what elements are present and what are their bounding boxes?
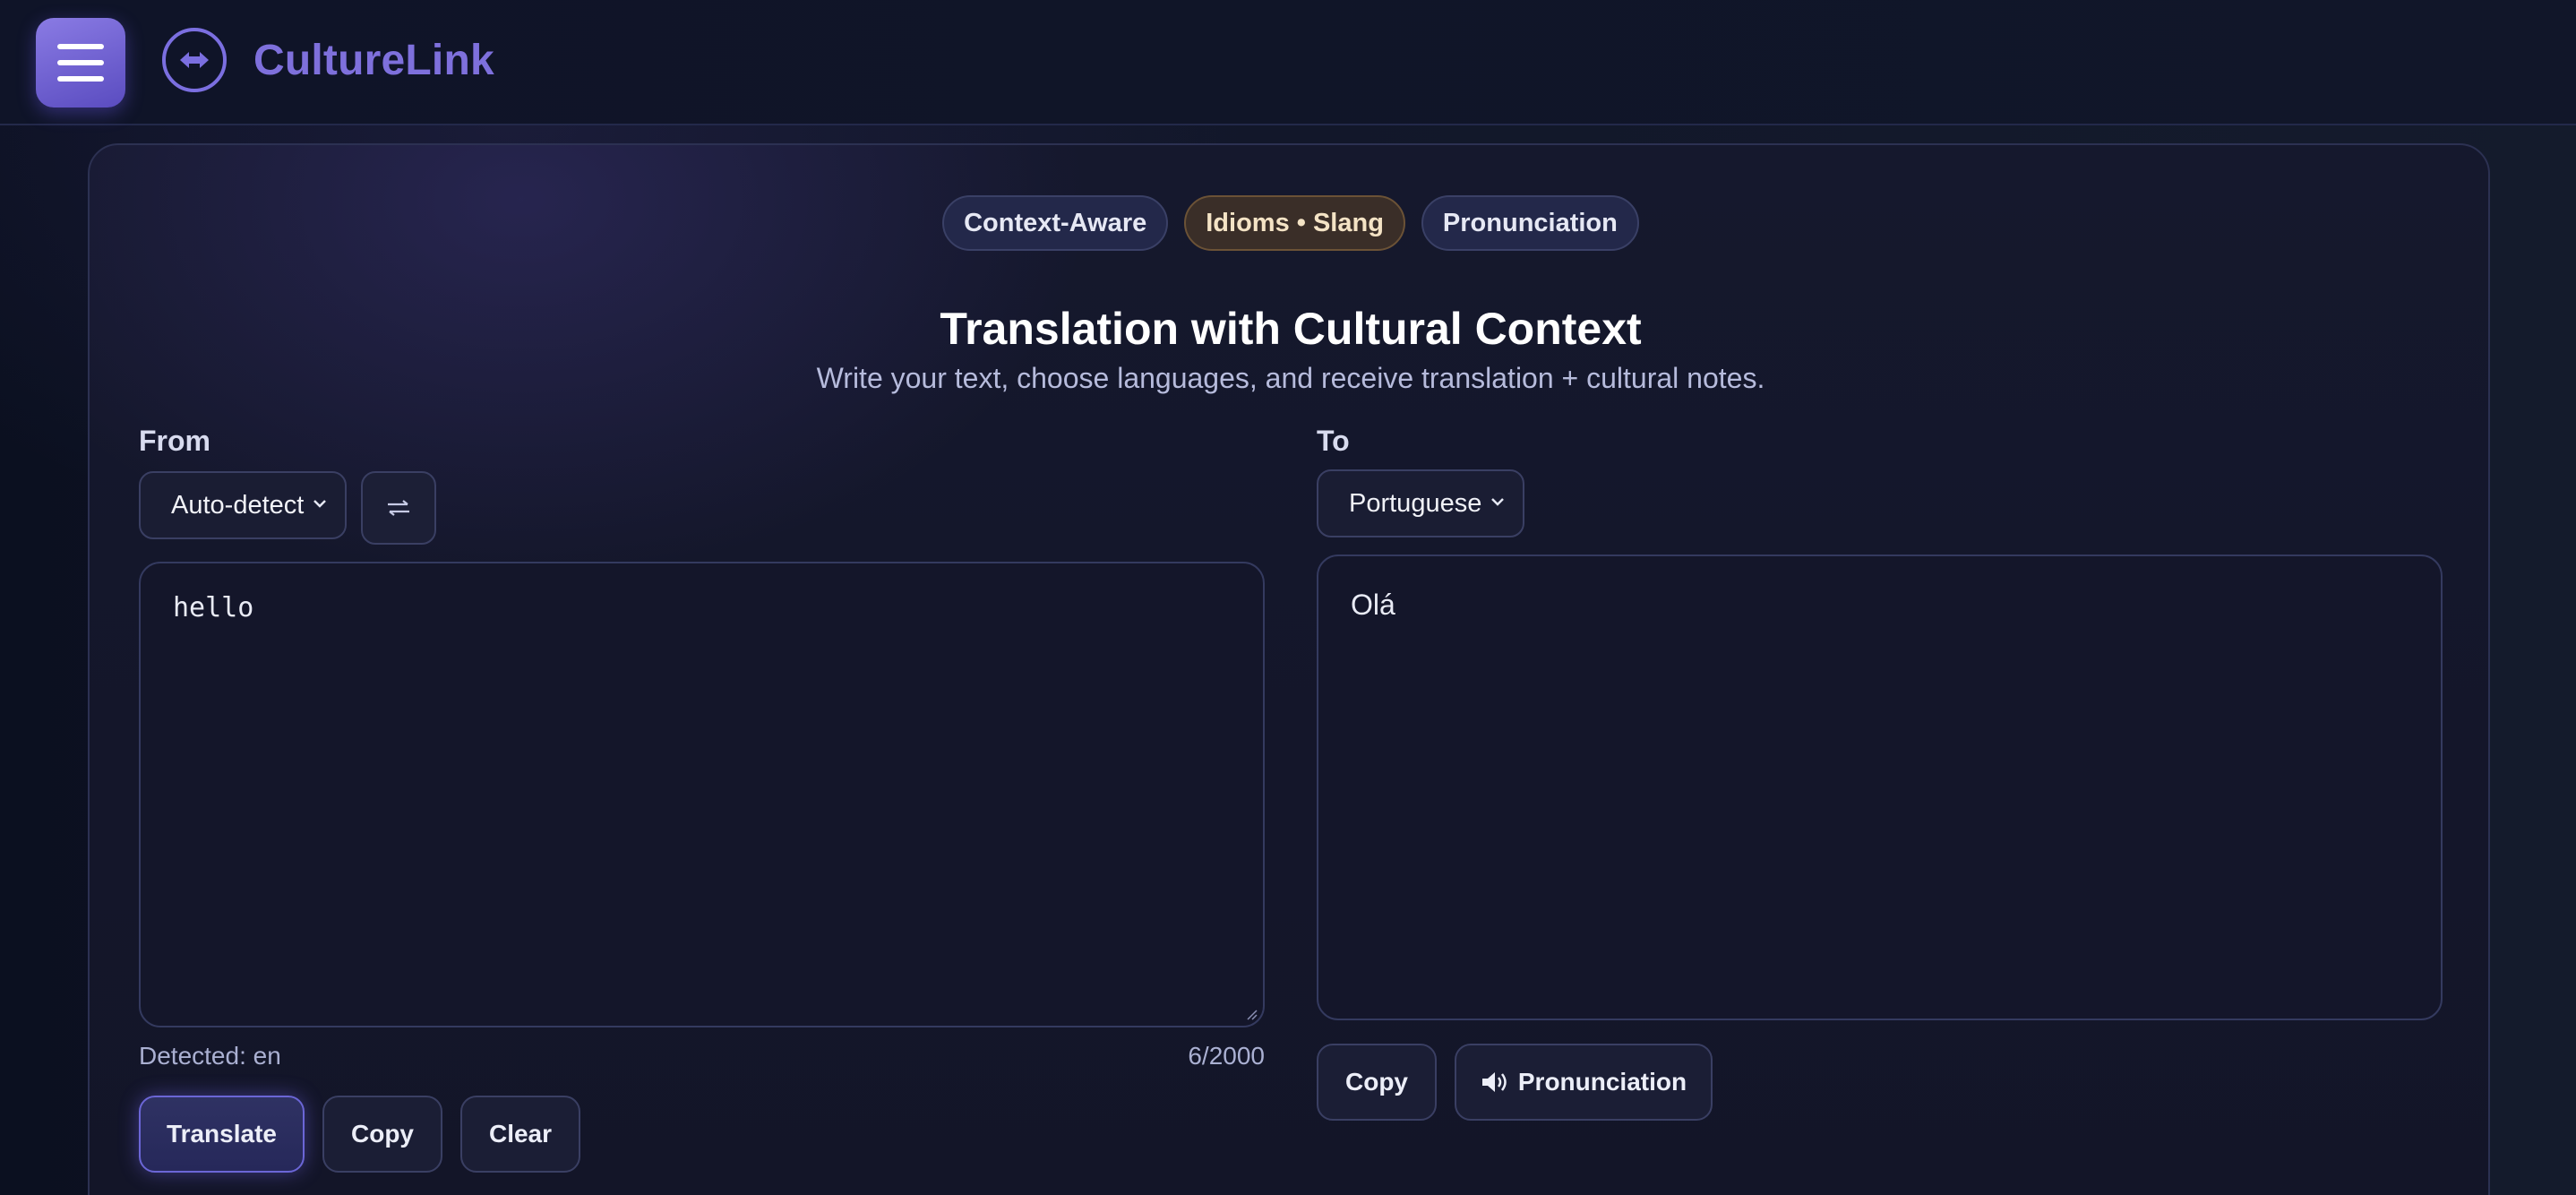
feature-pill-idioms: Idioms • Slang <box>1184 195 1405 251</box>
page-subtitle: Write your text, choose languages, and r… <box>816 362 1765 394</box>
menu-button[interactable] <box>36 18 125 107</box>
pronunciation-button[interactable]: Pronunciation <box>1455 1044 1713 1121</box>
feature-pills: Context-Aware Idioms • Slang Pronunciati… <box>90 195 2492 251</box>
feature-pill-pronunciation: Pronunciation <box>1421 195 1639 251</box>
hamburger-icon <box>57 44 104 82</box>
clear-button[interactable]: Clear <box>460 1096 580 1173</box>
speaker-icon <box>1481 1072 1507 1092</box>
translate-button[interactable]: Translate <box>139 1096 305 1173</box>
feature-pill-context: Context-Aware <box>942 195 1169 251</box>
pronunciation-button-label: Pronunciation <box>1517 1068 1687 1096</box>
page-title: Translation with Cultural Context <box>940 304 1642 354</box>
copy-translation-button[interactable]: Copy <box>1317 1044 1437 1121</box>
swap-languages-button[interactable] <box>361 471 436 545</box>
source-text-input[interactable]: hello <box>139 562 1265 1027</box>
source-text-value: hello <box>173 592 254 623</box>
chevron-down-icon <box>1491 498 1504 506</box>
target-language-value: Portuguese <box>1349 488 1482 518</box>
character-count: 6/2000 <box>1188 1042 1265 1070</box>
translator-card: Context-Aware Idioms • Slang Pronunciati… <box>88 143 2490 1195</box>
top-bar: CultureLink <box>0 0 2576 125</box>
swap-arrows-icon <box>162 28 227 92</box>
resize-handle-icon[interactable] <box>1243 1006 1258 1020</box>
from-label: From <box>139 425 210 457</box>
chevron-down-icon <box>313 500 326 508</box>
brand-name: CultureLink <box>253 37 494 84</box>
source-language-value: Auto-detect <box>171 490 305 520</box>
to-label: To <box>1317 425 1350 457</box>
swap-icon <box>388 500 409 516</box>
target-language-select[interactable]: Portuguese <box>1317 469 1524 537</box>
copy-input-button[interactable]: Copy <box>322 1096 442 1173</box>
detected-language: Detected: en <box>139 1042 281 1070</box>
source-language-select[interactable]: Auto-detect <box>139 471 347 539</box>
translation-text: Olá <box>1351 589 1395 621</box>
translation-output: Olá <box>1317 555 2443 1020</box>
